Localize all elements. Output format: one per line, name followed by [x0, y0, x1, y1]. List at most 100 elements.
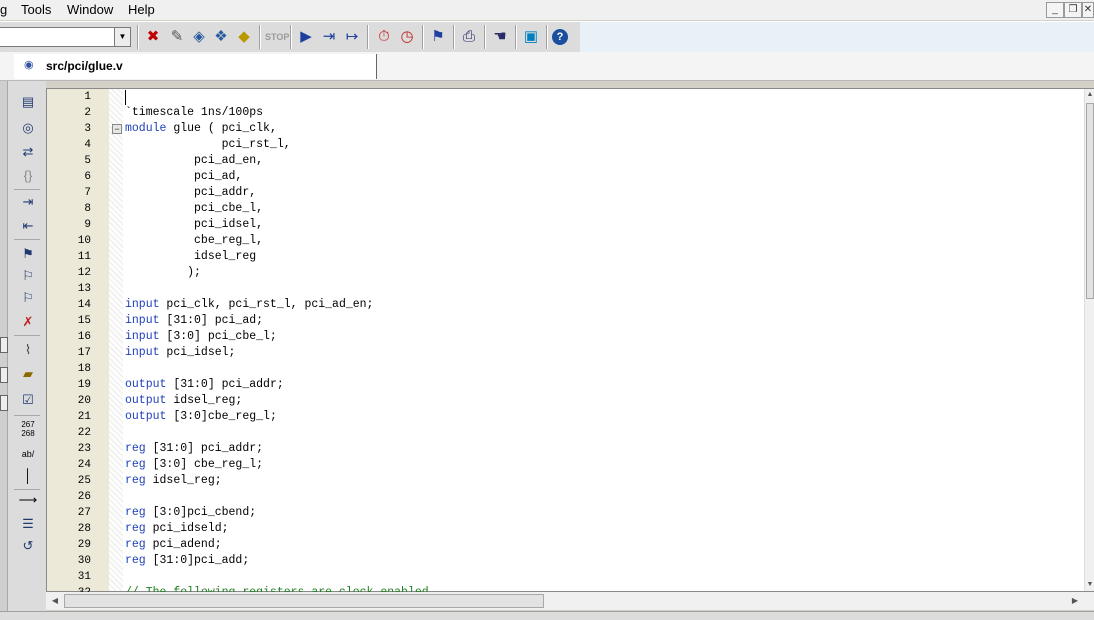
source-editor[interactable]: − 1 2 `timescale 1ns/100ps 3 module glue ( p… [46, 88, 1094, 599]
eraser-icon[interactable]: ▰ [17, 365, 39, 383]
arrow-icon[interactable]: ⟶ [17, 491, 39, 509]
attach-icon[interactable]: ⌇ [17, 341, 39, 359]
line-number: 29 [77, 539, 91, 551]
bookmark-icon[interactable]: ⚑ [17, 245, 39, 263]
toolbar-separator [515, 25, 517, 49]
minimize-button[interactable]: _ [1046, 2, 1064, 18]
code-line: `timescale 1ns/100ps [125, 106, 264, 119]
screen-icon[interactable]: ▤ [17, 93, 39, 111]
bookmark-next-icon[interactable]: ⚐ [17, 267, 39, 285]
compile-all-icon[interactable]: ❖ [211, 27, 231, 47]
code-line: idsel_reg [125, 250, 257, 263]
undo-icon[interactable]: ↺ [17, 537, 39, 555]
code-line: module glue ( pci_clk, [125, 121, 277, 137]
indent-icon[interactable]: ⇥ [17, 193, 39, 211]
horizontal-scrollbar[interactable]: ◀ ▶ [46, 592, 1094, 610]
code-keyword: input [125, 346, 160, 359]
line-number: 25 [77, 475, 91, 487]
step-over-icon[interactable]: ◷ [397, 27, 417, 47]
list-indent-icon[interactable]: ☰ [17, 515, 39, 533]
line-number: 2 [84, 107, 91, 119]
scroll-up-icon[interactable]: ▲ [1085, 89, 1094, 101]
bookmark-clear-icon[interactable]: ✗ [17, 313, 39, 331]
code-keyword: input [125, 314, 160, 327]
code-keyword: output [125, 410, 167, 423]
scroll-down-icon[interactable]: ▼ [1085, 579, 1094, 591]
chevron-down-icon[interactable]: ▼ [114, 28, 130, 46]
code-text: [3:0]pci_cbend; [145, 506, 257, 519]
code-line: reg [3:0]pci_cbend; [125, 505, 256, 521]
stop-icon[interactable]: STOP [265, 27, 289, 47]
toolbar-combo[interactable]: ▼ [0, 27, 131, 47]
simulate-icon[interactable]: ◆ [234, 27, 254, 47]
code-text: [3:0] pci_cbe_l; [159, 330, 277, 343]
toolbar-separator [484, 25, 486, 49]
vertical-scroll-thumb[interactable] [1086, 103, 1094, 299]
code-line: pci_addr, [125, 186, 257, 199]
bookmark-prev-icon[interactable]: ⚐ [17, 289, 39, 307]
scroll-left-icon[interactable]: ◀ [48, 594, 62, 608]
side-separator [14, 335, 40, 336]
tab-glue-v[interactable]: ◉ src/pci/glue.v [14, 54, 377, 79]
vertical-scrollbar[interactable]: ▲ ▼ [1084, 89, 1094, 591]
hand-icon[interactable]: ☚ [490, 27, 510, 47]
replace-icon[interactable]: ⇄ [17, 143, 39, 161]
run-icon[interactable]: ▶ [296, 27, 316, 47]
code-line: cbe_reg_l, [125, 234, 264, 247]
code-text: [31:0] pci_addr; [145, 442, 264, 455]
horizontal-scroll-thumb[interactable] [64, 594, 544, 608]
menu-item-window[interactable]: Window [67, 2, 113, 17]
code-line: pci_ad, [125, 170, 243, 183]
print-icon[interactable]: ⎙ [459, 27, 479, 47]
toolbar-separator [422, 25, 424, 49]
menu-bar: g Tools Window Help _ ❐ ✕ [0, 0, 1094, 20]
code-text: pci_clk, pci_rst_l, pci_ad_en; [159, 298, 374, 311]
find-icon[interactable]: ◎ [17, 119, 39, 137]
line-number: 18 [77, 363, 91, 375]
document-tab-strip: ◉ src/pci/glue.v [0, 52, 1094, 81]
toolbar-separator [137, 25, 139, 49]
scroll-right-icon[interactable]: ▶ [1068, 594, 1082, 608]
line-number: 31 [77, 571, 91, 583]
line-number: 30 [77, 555, 91, 567]
panel-marker [0, 395, 8, 411]
restore-button[interactable]: ❐ [1064, 2, 1082, 18]
side-separator [14, 239, 40, 240]
braces-icon[interactable]: {} [17, 167, 39, 185]
code-line: input pci_clk, pci_rst_l, pci_ad_en; [125, 297, 373, 313]
compile-icon[interactable]: ◈ [189, 27, 209, 47]
line-number: 19 [77, 379, 91, 391]
help-icon[interactable]: ? [552, 29, 568, 45]
close-button[interactable]: ✕ [1082, 2, 1094, 18]
toolbar-separator [546, 25, 548, 49]
panel-marker [0, 367, 8, 383]
outdent-icon[interactable]: ⇤ [17, 217, 39, 235]
spell-icon[interactable]: ab/ [17, 445, 39, 463]
restart-icon[interactable]: ⚑ [428, 27, 448, 47]
line-number: 9 [84, 219, 91, 231]
wave-icon[interactable]: ▣ [521, 27, 541, 47]
menu-item-partial[interactable]: g [0, 2, 7, 17]
cursor-line-icon[interactable]: │ [17, 467, 39, 485]
code-text: pci_idseld; [145, 522, 229, 535]
pencil-icon[interactable]: ✎ [167, 27, 187, 47]
run-all-icon[interactable]: ↦ [342, 27, 362, 47]
run-continue-icon[interactable]: ⇥ [319, 27, 339, 47]
step-icon[interactable]: ⏱ [374, 27, 394, 47]
code-line: pci_rst_l, [125, 138, 291, 151]
code-text: pci_idsel; [159, 346, 236, 359]
menu-item-tools[interactable]: Tools [21, 2, 51, 17]
fold-collapse-icon[interactable]: − [112, 124, 122, 134]
break-icon[interactable]: ✖ [143, 27, 163, 47]
line-number: 1 [84, 91, 91, 103]
side-separator [14, 415, 40, 416]
checkbox-icon[interactable]: ☑ [17, 391, 39, 409]
code-line: input pci_idsel; [125, 345, 235, 361]
line-number-icon[interactable]: 267 268 [17, 420, 39, 438]
line-number: 15 [77, 315, 91, 327]
toolbar-separator [290, 25, 292, 49]
code-keyword: output [125, 378, 167, 391]
code-line: pci_idsel, [125, 218, 264, 231]
code-text: pci_adend; [145, 538, 222, 551]
menu-item-help[interactable]: Help [128, 2, 155, 17]
